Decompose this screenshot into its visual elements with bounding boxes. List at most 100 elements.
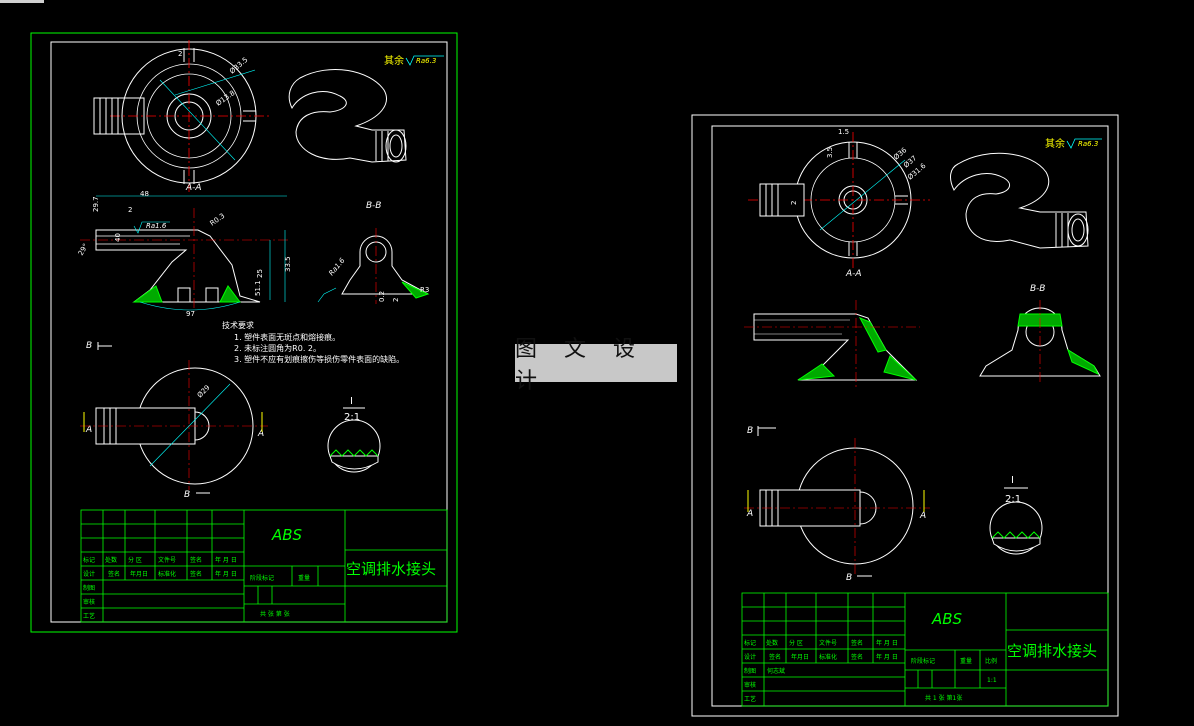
sheet-2-roughness-note: 其余 — [1045, 137, 1065, 150]
tech-req-item-2: 2. 未标注圆角为R0. 2。 — [234, 343, 321, 353]
svg-text:Ra1.6: Ra1.6 — [146, 222, 167, 230]
sheet-1-top-view: 2 Ø33.5 Ø13.8 — [93, 40, 270, 192]
tech-req-title: 技术要求 — [222, 320, 254, 330]
svg-text:工艺: 工艺 — [744, 695, 756, 703]
svg-text:签名: 签名 — [851, 653, 863, 661]
sheet-2-roughness-value: Ra6.3 — [1078, 140, 1098, 148]
svg-text:工艺: 工艺 — [83, 612, 95, 620]
svg-text:3.5: 3.5 — [826, 147, 834, 158]
svg-text:2: 2 — [392, 298, 400, 302]
svg-text:Ø29: Ø29 — [196, 384, 212, 400]
sheet-2-section-aa — [744, 300, 920, 390]
sheet-1-material: ABS — [271, 526, 303, 544]
svg-text:40: 40 — [114, 233, 122, 242]
svg-text:何志斌: 何志斌 — [767, 667, 785, 675]
svg-text:29.7: 29.7 — [92, 196, 100, 212]
svg-text:2: 2 — [178, 50, 182, 58]
sheet-2-top-view: 1.5 3.5 Ø36 Ø37 Ø31.6 2 — [748, 128, 930, 268]
svg-text:审核: 审核 — [744, 681, 756, 689]
sheet-1-detail-view: I 2:1 — [327, 396, 381, 473]
svg-text:设计: 设计 — [83, 570, 95, 578]
sheet-1-roughness-value: Ra6.3 — [416, 57, 436, 65]
sheet-1-section-b-label: B-B — [366, 201, 381, 211]
svg-text:B: B — [184, 490, 190, 500]
tech-req-item-1: 1. 塑件表面无斑点和熔接痕。 — [234, 332, 340, 342]
svg-text:阶段标记: 阶段标记 — [911, 657, 935, 665]
svg-text:33.5: 33.5 — [284, 256, 292, 272]
svg-text:签名: 签名 — [769, 653, 781, 661]
svg-text:R3: R3 — [420, 286, 429, 294]
svg-text:比例: 比例 — [985, 657, 997, 665]
svg-text:年 月 日: 年 月 日 — [876, 639, 898, 647]
sheet-1-section-a-label: A-A — [185, 183, 202, 193]
svg-text:分 区: 分 区 — [128, 556, 142, 564]
sheet-1-tech-requirements: 技术要求 1. 塑件表面无斑点和熔接痕。 2. 未标注圆角为R0. 2。 3. … — [222, 320, 404, 364]
svg-text:设计: 设计 — [744, 653, 756, 661]
sheet-1-inner-border — [50, 41, 448, 623]
svg-text:签名: 签名 — [190, 556, 202, 564]
svg-text:处数: 处数 — [105, 556, 117, 564]
svg-text:B: B — [747, 426, 753, 436]
svg-text:年 月 日: 年 月 日 — [215, 570, 237, 578]
svg-text:文件号: 文件号 — [819, 639, 837, 647]
svg-text:I: I — [1011, 475, 1014, 486]
svg-text:年 月 日: 年 月 日 — [215, 556, 237, 564]
svg-text:文件号: 文件号 — [158, 556, 176, 564]
sheet-1-bottom-view: B A A B Ø29 — [80, 341, 268, 500]
sheet-2-detail-view: I 2:1 — [989, 475, 1043, 555]
sheet-1-section-bb: Ra1.6 R3 0.2 2 — [317, 228, 430, 304]
tech-req-item-3: 3. 塑件不应有划痕擦伤等损伤零件表面的缺陷。 — [234, 354, 404, 364]
sheet-1: 其余 Ra6.3 2 Ø33.5 Ø13.8 A-A 48 25 33.5 51… — [30, 32, 458, 633]
sheet-2-iso-view — [950, 152, 1089, 249]
svg-text:审核: 审核 — [83, 598, 95, 606]
sheet-1-part-name: 空调排水接头 — [346, 560, 436, 578]
svg-text:共 1 张 第1张: 共 1 张 第1张 — [925, 694, 962, 702]
svg-text:1.5: 1.5 — [838, 128, 849, 136]
sheet-1-section-aa: 48 25 33.5 51.1 29° 29.7 2 Ra1.6 R0.3 40… — [77, 190, 292, 318]
svg-text:A: A — [257, 429, 264, 439]
svg-text:48: 48 — [140, 190, 149, 198]
svg-text:年 月 日: 年 月 日 — [876, 653, 898, 661]
svg-text:Ø13.8: Ø13.8 — [215, 89, 237, 108]
sheet-2-section-b-label: B-B — [1030, 284, 1045, 294]
svg-text:共 张 第 张: 共 张 第 张 — [260, 610, 290, 618]
svg-text:制图: 制图 — [83, 584, 95, 592]
sheet-2-part-name: 空调排水接头 — [1007, 642, 1097, 660]
svg-text:标准化: 标准化 — [158, 570, 176, 578]
sheet-2-section-a-label: A-A — [845, 269, 862, 279]
svg-text:分 区: 分 区 — [789, 639, 803, 647]
svg-text:B: B — [846, 573, 852, 583]
svg-text:标记: 标记 — [744, 639, 756, 647]
svg-text:重量: 重量 — [960, 657, 972, 665]
svg-text:A: A — [746, 509, 753, 519]
svg-text:29°: 29° — [77, 242, 90, 257]
svg-text:年月日: 年月日 — [130, 570, 148, 578]
svg-text:A: A — [85, 425, 92, 435]
sheet-2-section-bb — [979, 300, 1101, 384]
svg-text:签名: 签名 — [108, 570, 120, 578]
sheet-2-material: ABS — [931, 610, 963, 628]
svg-text:0.2: 0.2 — [378, 291, 386, 302]
svg-text:25: 25 — [256, 269, 264, 278]
svg-text:A: A — [919, 511, 926, 521]
svg-text:B: B — [86, 341, 92, 351]
sheet-1-iso-view — [288, 69, 407, 163]
svg-text:2: 2 — [128, 206, 132, 214]
svg-text:年月日: 年月日 — [791, 653, 809, 661]
svg-text:2: 2 — [790, 201, 798, 205]
svg-text:处数: 处数 — [766, 639, 778, 647]
watermark-label: 图 文 设 计 — [515, 337, 677, 394]
svg-text:签名: 签名 — [190, 570, 202, 578]
svg-text:97: 97 — [186, 310, 195, 318]
svg-text:签名: 签名 — [851, 639, 863, 647]
svg-text:制图: 制图 — [744, 667, 756, 675]
sheet-2: 其余 Ra6.3 1.5 3.5 Ø36 Ø37 Ø31.6 2 A-A B-B… — [691, 114, 1119, 717]
sheet-1-roughness-note: 其余 — [384, 54, 404, 67]
svg-text:标记: 标记 — [83, 556, 95, 564]
svg-text:阶段标记: 阶段标记 — [250, 574, 274, 582]
sheet-2-bottom-view: B A A B — [744, 426, 930, 583]
svg-text:51.1: 51.1 — [254, 280, 262, 296]
svg-text:标准化: 标准化 — [819, 653, 837, 661]
svg-text:R0.3: R0.3 — [209, 212, 227, 228]
svg-text:I: I — [350, 396, 353, 407]
